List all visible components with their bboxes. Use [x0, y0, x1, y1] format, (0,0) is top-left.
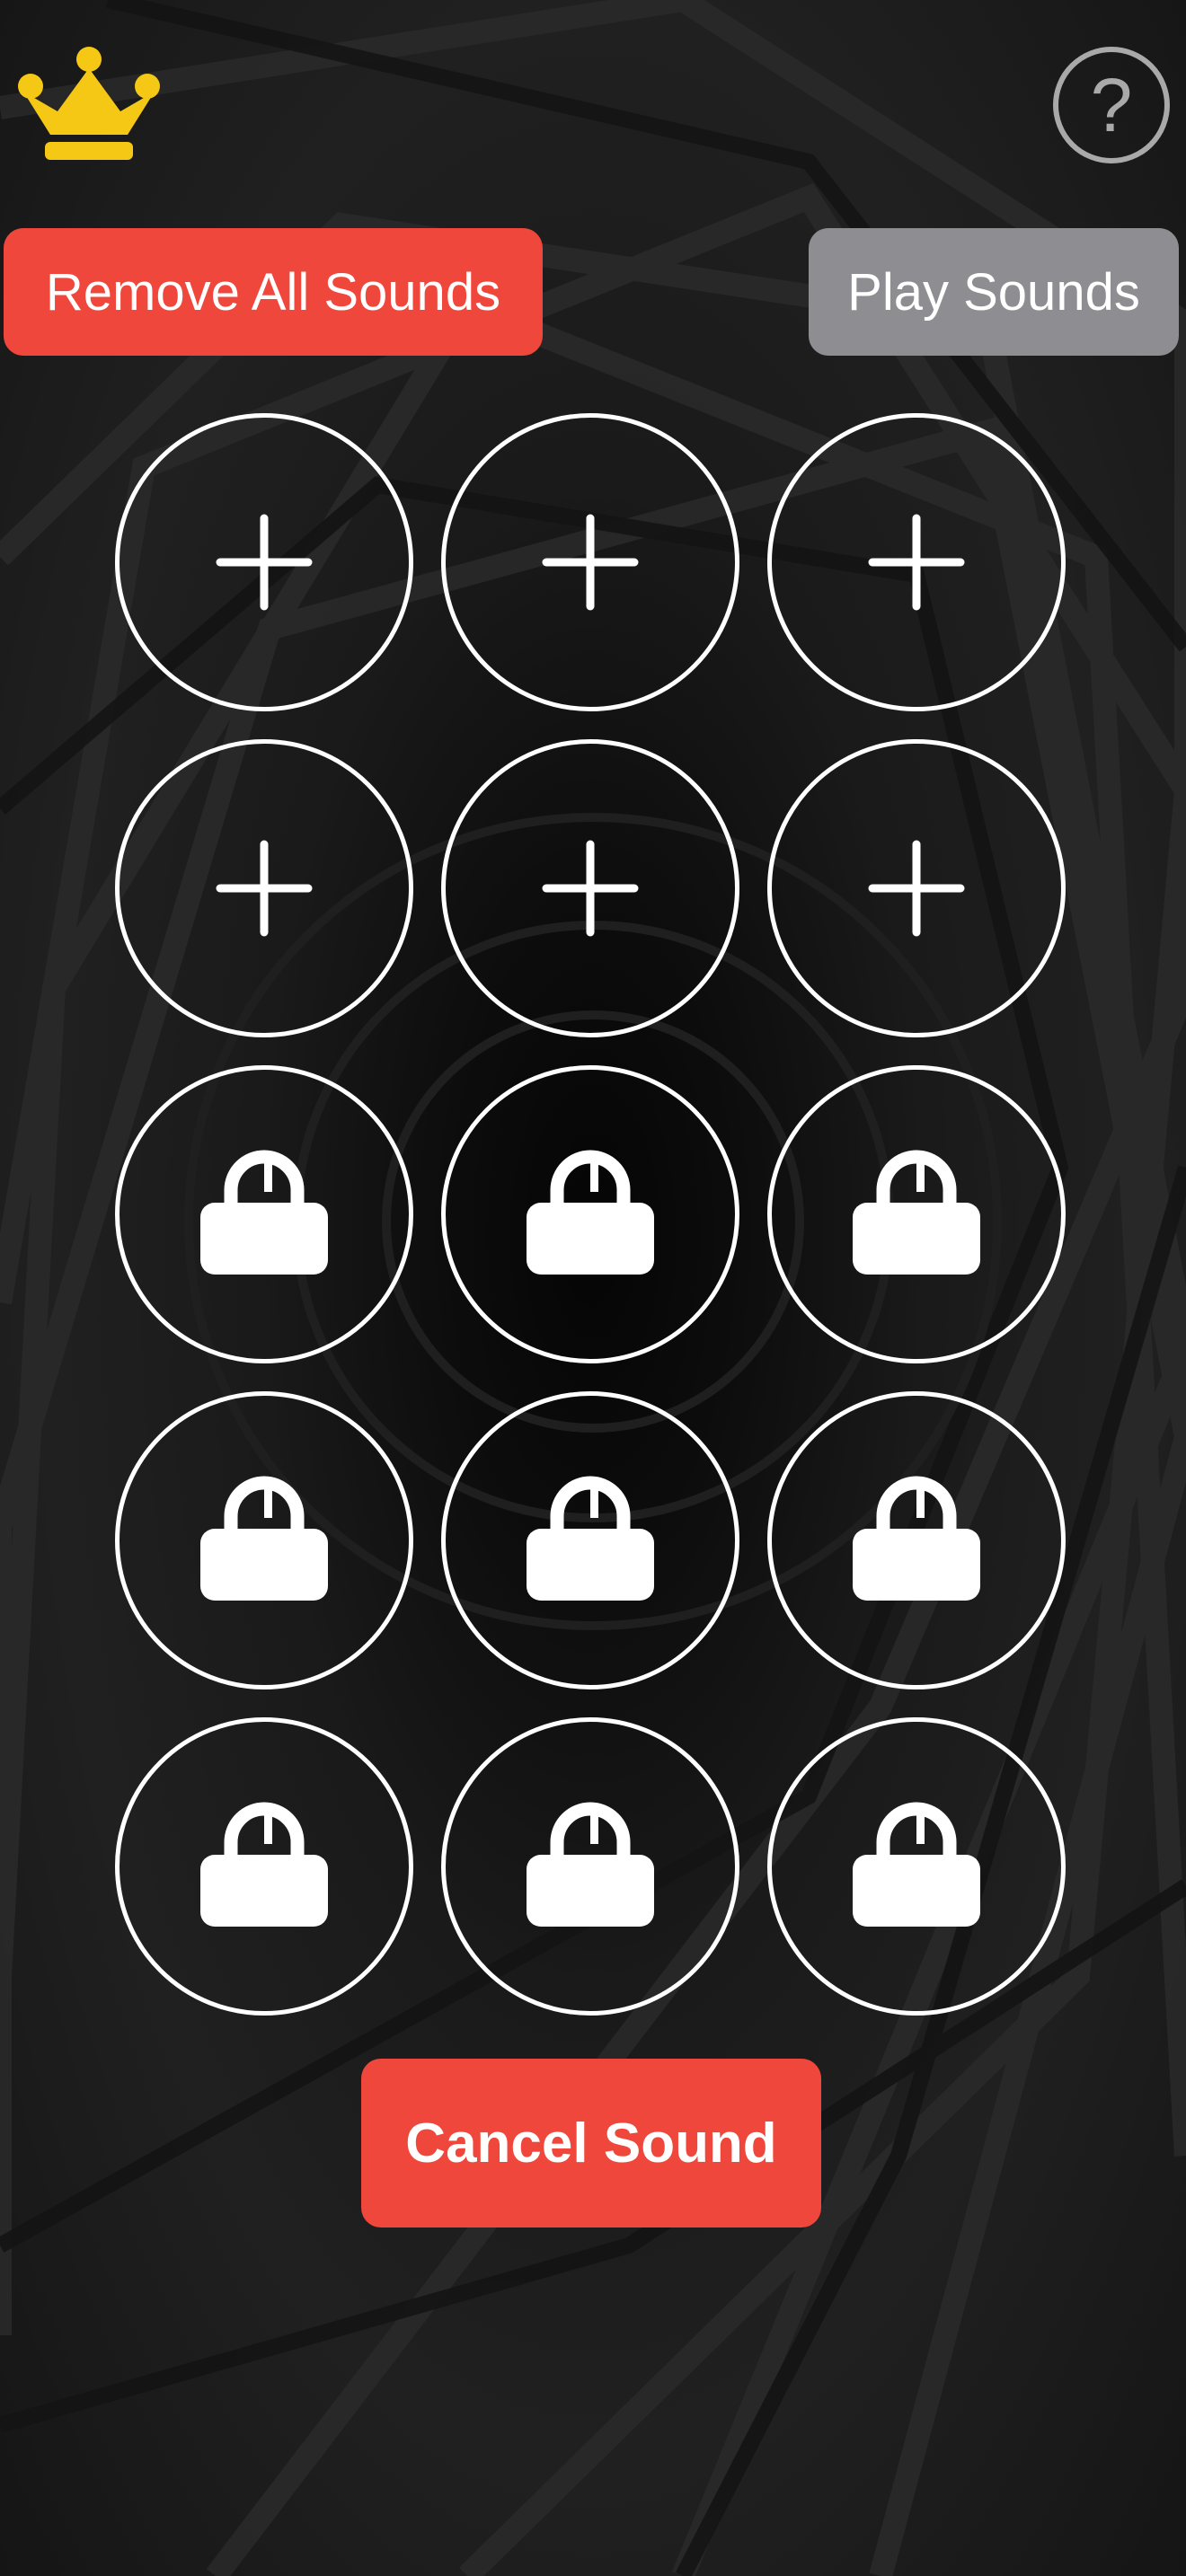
- help-button[interactable]: ?: [1053, 47, 1170, 163]
- lock-icon: [200, 1476, 328, 1601]
- cancel-sound-label: Cancel Sound: [405, 2112, 777, 2175]
- plus-icon: [868, 514, 965, 611]
- locked-sound-slot-15[interactable]: [767, 1717, 1066, 2016]
- add-sound-slot-2[interactable]: [441, 413, 739, 711]
- lock-icon: [853, 1476, 980, 1601]
- remove-all-sounds-button[interactable]: Remove All Sounds: [4, 228, 543, 356]
- play-sounds-label: Play Sounds: [847, 262, 1140, 322]
- locked-sound-slot-7[interactable]: [115, 1065, 413, 1363]
- play-sounds-button[interactable]: Play Sounds: [809, 228, 1179, 356]
- plus-icon: [216, 840, 313, 937]
- help-icon: ?: [1090, 63, 1133, 147]
- add-sound-slot-1[interactable]: [115, 413, 413, 711]
- locked-sound-slot-10[interactable]: [115, 1391, 413, 1689]
- plus-icon: [216, 514, 313, 611]
- locked-sound-slot-9[interactable]: [767, 1065, 1066, 1363]
- sound-board-screen: ? Remove All Sounds Play Sounds Cancel S…: [0, 0, 1186, 2576]
- locked-sound-slot-11[interactable]: [441, 1391, 739, 1689]
- lock-icon: [527, 1476, 654, 1601]
- remove-all-sounds-label: Remove All Sounds: [45, 262, 501, 322]
- locked-sound-slot-8[interactable]: [441, 1065, 739, 1363]
- locked-sound-slot-14[interactable]: [441, 1717, 739, 2016]
- lock-icon: [853, 1150, 980, 1275]
- add-sound-slot-6[interactable]: [767, 739, 1066, 1037]
- sound-slot-grid: [115, 413, 1067, 2016]
- lock-icon: [527, 1150, 654, 1275]
- crown-icon[interactable]: [14, 45, 164, 163]
- plus-icon: [542, 514, 639, 611]
- locked-sound-slot-12[interactable]: [767, 1391, 1066, 1689]
- add-sound-slot-4[interactable]: [115, 739, 413, 1037]
- cancel-sound-button[interactable]: Cancel Sound: [361, 2059, 821, 2228]
- plus-icon: [868, 840, 965, 937]
- lock-icon: [527, 1802, 654, 1927]
- locked-sound-slot-13[interactable]: [115, 1717, 413, 2016]
- lock-icon: [200, 1802, 328, 1927]
- plus-icon: [542, 840, 639, 937]
- add-sound-slot-5[interactable]: [441, 739, 739, 1037]
- add-sound-slot-3[interactable]: [767, 413, 1066, 711]
- lock-icon: [200, 1150, 328, 1275]
- lock-icon: [853, 1802, 980, 1927]
